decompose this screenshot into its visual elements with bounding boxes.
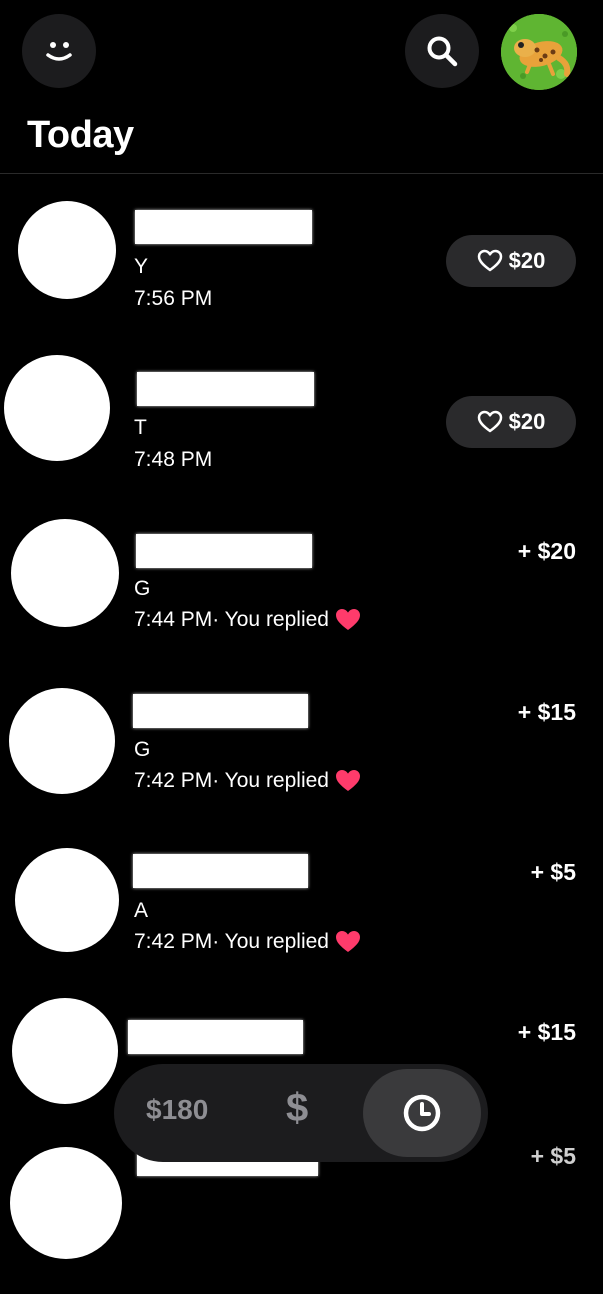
red-heart-icon [335, 770, 360, 791]
activity-row[interactable]: Y 7:56 PM $20 [0, 174, 603, 334]
redacted-name [136, 534, 312, 568]
like-button[interactable]: $20 [446, 396, 576, 448]
message-time: 7:42 PM [134, 930, 213, 953]
gecko-avatar-image [501, 14, 577, 90]
heart-outline-icon [477, 410, 502, 433]
message-meta: 7:42 PM · You replied [134, 769, 361, 793]
sender-avatar[interactable] [4, 355, 110, 461]
received-amount: + $5 [530, 1143, 576, 1169]
replied-status: · You replied [212, 769, 329, 792]
message-time: 7:42 PM [134, 769, 213, 792]
like-amount: $20 [508, 409, 546, 434]
replied-status: · You replied [212, 930, 329, 953]
top-bar [0, 0, 603, 110]
pay-tab[interactable]: $ [286, 1086, 308, 1131]
smiley-face-icon [46, 42, 72, 61]
search-button[interactable] [405, 14, 479, 88]
sender-avatar[interactable] [18, 201, 116, 299]
profile-button[interactable] [22, 14, 96, 88]
like-amount: $20 [508, 248, 546, 273]
replied-status: · You replied [212, 608, 329, 631]
redacted-name [137, 372, 314, 406]
sender-avatar[interactable] [12, 998, 118, 1104]
received-amount: + $15 [517, 699, 576, 725]
message-initial: G [134, 738, 151, 761]
message-initial: A [134, 899, 149, 922]
message-meta: 7:48 PM [134, 448, 212, 472]
sender-avatar[interactable] [10, 1147, 122, 1259]
message-meta: 7:42 PM · You replied [134, 930, 361, 954]
redacted-name [133, 854, 308, 888]
sender-avatar[interactable] [11, 519, 119, 627]
message-time: 7:48 PM [134, 448, 213, 471]
page-title: Today [27, 114, 134, 156]
activity-row[interactable]: A 7:42 PM · You replied + $5 [0, 814, 603, 974]
redacted-name [135, 210, 312, 244]
message-initial: G [134, 577, 151, 600]
heart-outline-icon [477, 249, 502, 272]
clock-icon [403, 1094, 441, 1132]
balance-tab[interactable]: $180 [146, 1094, 208, 1126]
message-meta: 7:44 PM · You replied [134, 608, 361, 632]
received-amount: + $20 [517, 538, 576, 564]
received-amount: + $15 [517, 1019, 576, 1045]
activity-row[interactable]: G 7:44 PM · You replied + $20 [0, 494, 603, 654]
bottom-nav: $180 $ [114, 1064, 488, 1162]
user-avatar[interactable] [501, 14, 577, 90]
redacted-name [133, 694, 308, 728]
activity-row[interactable]: T 7:48 PM $20 [0, 334, 603, 494]
like-button[interactable]: $20 [446, 235, 576, 287]
received-amount: + $5 [530, 859, 576, 885]
message-initial: T [134, 416, 147, 439]
message-meta: 7:56 PM [134, 287, 212, 311]
message-time: 7:44 PM [134, 608, 213, 631]
activity-tab[interactable] [363, 1069, 481, 1157]
sender-avatar[interactable] [9, 688, 115, 794]
red-heart-icon [335, 609, 360, 630]
message-time: 7:56 PM [134, 287, 213, 310]
sender-avatar[interactable] [15, 848, 119, 952]
search-icon [427, 36, 458, 67]
message-initial: Y [134, 255, 149, 278]
red-heart-icon [335, 931, 360, 952]
activity-row[interactable]: G 7:42 PM · You replied + $15 [0, 654, 603, 814]
redacted-name [128, 1020, 303, 1054]
